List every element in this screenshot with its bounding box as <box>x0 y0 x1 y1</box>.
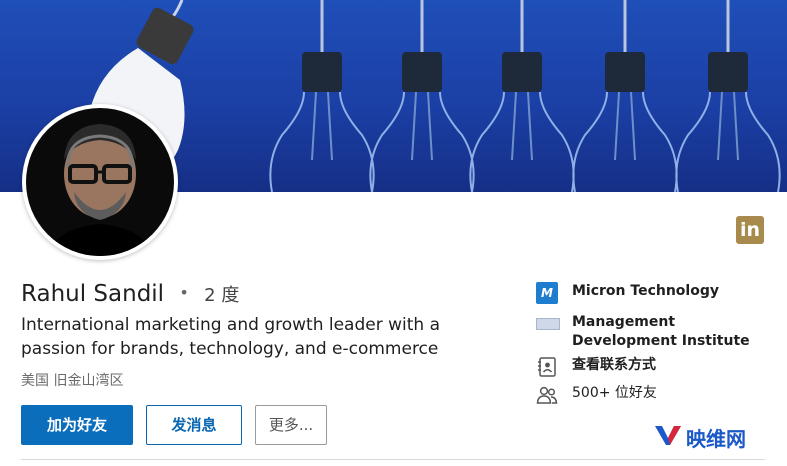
profile-headline: International marketing and growth leade… <box>21 315 440 359</box>
glass-bulbs <box>269 0 781 192</box>
current-company-link[interactable]: M Micron Technology <box>536 282 719 304</box>
profile-location: 美国 旧金山湾区 <box>21 373 124 389</box>
institute-logo-icon <box>536 313 560 335</box>
current-company-label: Micron Technology <box>572 283 719 299</box>
site-watermark: 映维网 <box>654 423 746 452</box>
contact-info-link[interactable]: 查看联系方式 <box>536 356 656 378</box>
degree-separator: • <box>179 283 189 302</box>
connect-button[interactable]: 加为好友 <box>21 405 133 445</box>
people-icon <box>536 384 558 406</box>
profile-name: Rahul Sandil <box>21 281 165 307</box>
connections-link[interactable]: 500+ 位好友 <box>536 384 657 406</box>
profile-avatar[interactable] <box>22 104 178 260</box>
micron-logo-icon: M <box>536 282 558 304</box>
section-divider <box>21 459 765 460</box>
avatar-photo <box>26 108 174 256</box>
connection-degree: 2 度 <box>204 285 240 306</box>
watermark-logo-icon <box>654 424 682 451</box>
linkedin-icon: in <box>736 216 764 244</box>
more-button[interactable]: 更多... <box>255 405 327 445</box>
education-label: Management Development Institute <box>572 314 750 349</box>
contact-card-icon <box>536 356 558 378</box>
connections-count: 500+ 位好友 <box>572 385 657 401</box>
contact-info-label: 查看联系方式 <box>572 357 656 373</box>
profile-name-row: Rahul Sandil • 2 度 <box>21 281 239 307</box>
watermark-text: 映维网 <box>686 427 746 451</box>
message-button[interactable]: 发消息 <box>146 405 242 445</box>
education-link[interactable]: Management Development Institute <box>536 313 762 351</box>
